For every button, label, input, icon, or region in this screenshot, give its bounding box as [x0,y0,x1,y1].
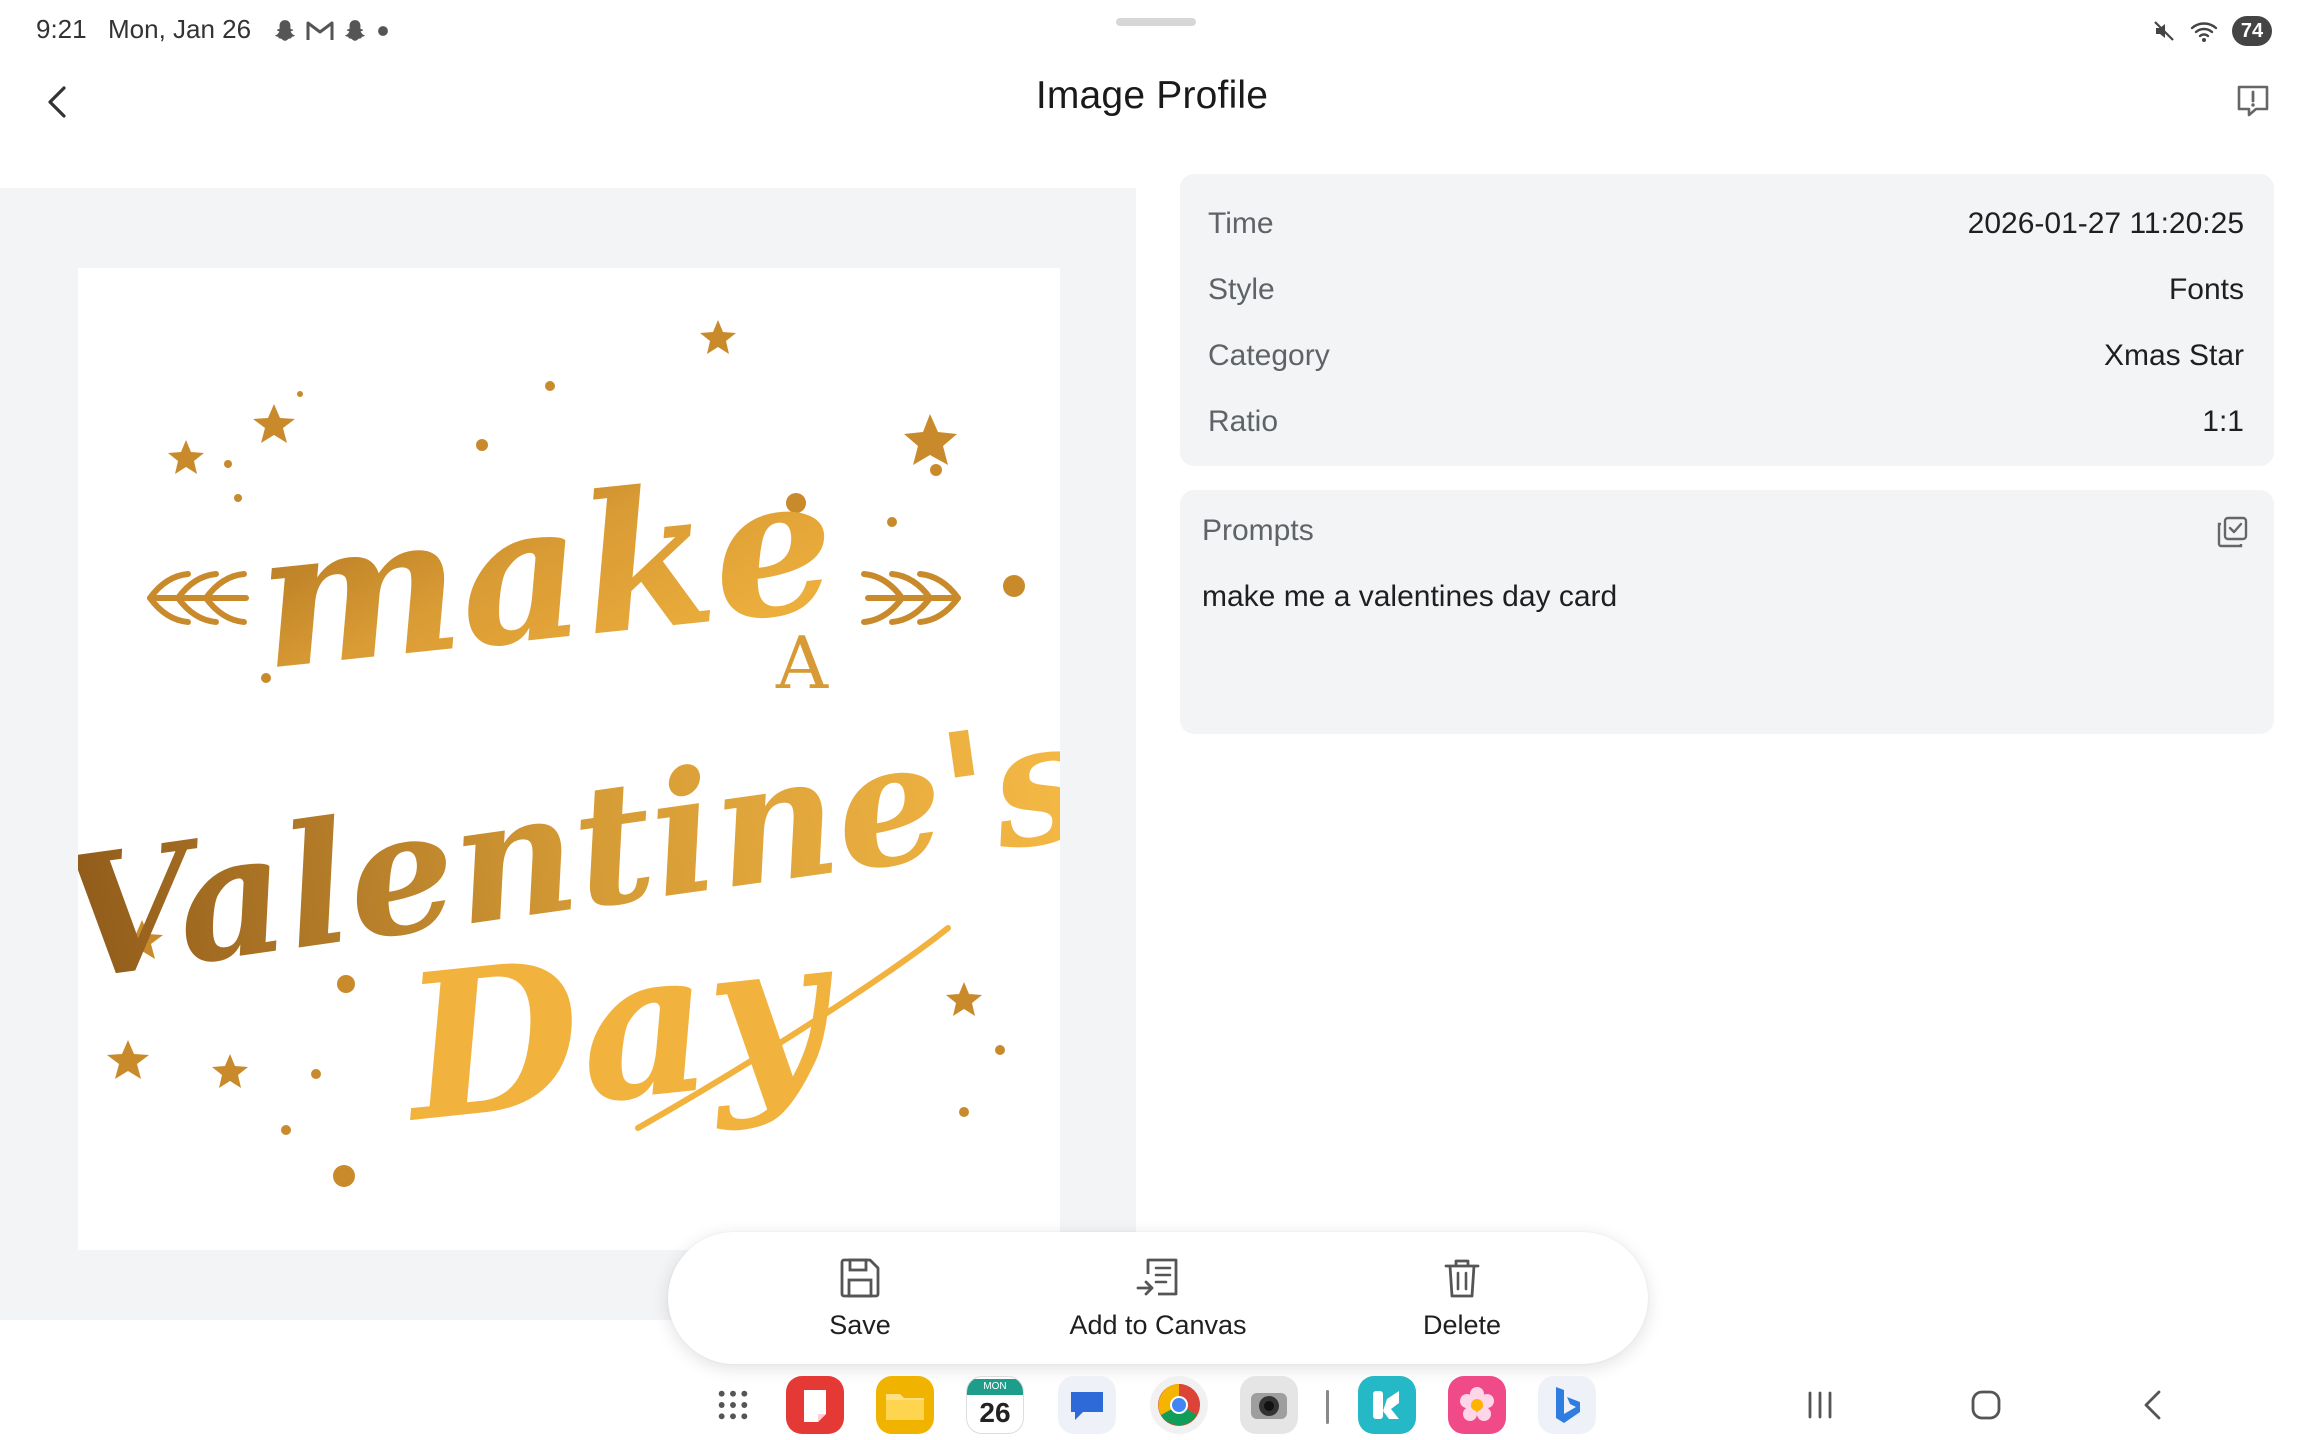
feedback-button[interactable] [2232,80,2274,122]
nav-back-button[interactable] [2128,1382,2176,1428]
screen: 9:21 Mon, Jan 26 74 Image Profile make A… [0,0,2304,1440]
notification-icons [272,16,390,46]
folder-icon [886,1394,924,1420]
valentines-card-artwork: make A Valentine's Day [78,268,1060,1250]
save-label: Save [829,1310,891,1340]
home-icon [1971,1390,2001,1420]
bing-icon [1556,1387,1580,1423]
camera-icon [1251,1393,1287,1419]
prompt-text: make me a valentines day card [1202,580,1618,613]
recents-icon [1808,1391,1832,1419]
delete-button[interactable]: Delete [1332,1254,1592,1341]
copy-prompt-button[interactable] [2212,512,2252,552]
detail-value: Xmas Star [2103,339,2244,372]
detail-row-time: Time 2026-01-27 11:20:25 [1208,204,2244,244]
gallery-app-icon[interactable] [1448,1376,1506,1434]
add-to-canvas-button[interactable]: Add to Canvas [1028,1254,1288,1341]
calendar-day: 26 [979,1397,1011,1428]
drag-handle[interactable] [1116,18,1196,26]
feedback-icon [2237,85,2269,117]
detail-value: 1:1 [2202,405,2244,438]
snapchat-icon [345,20,365,41]
notes-icon [804,1390,826,1422]
calendar-weekday: MON [967,1379,1023,1395]
detail-label: Category [1208,339,1330,372]
chrome-app-icon[interactable] [1150,1376,1208,1434]
camera-app-icon[interactable] [1240,1376,1298,1434]
detail-label: Ratio [1208,405,1279,438]
add-to-canvas-label: Add to Canvas [1069,1310,1247,1340]
app-store-app-icon[interactable] [1358,1376,1416,1434]
notes-app-icon[interactable] [786,1376,844,1434]
svg-text:A: A [775,621,829,705]
prompts-card: Prompts make me a valentines day card [1180,490,2274,734]
gmail-icon [306,21,334,40]
svg-text:Day: Day [390,889,848,1168]
detail-row-ratio: Ratio 1:1 [1208,402,2244,442]
save-icon [840,1258,880,1298]
detail-value: Fonts [2168,273,2244,306]
add-to-canvas-icon [1136,1258,1178,1296]
snapchat-icon [275,20,295,41]
status-date: Mon, Jan 26 [108,14,252,44]
flower-icon [1460,1387,1494,1421]
files-app-icon[interactable] [876,1376,934,1434]
more-dot-icon [378,26,388,36]
system-icons: 74 [2152,14,2272,48]
calendar-app-icon[interactable]: MON 26 [966,1376,1024,1434]
delete-label: Delete [1422,1310,1502,1340]
wifi-icon [2190,22,2218,42]
chrome-icon [1158,1384,1200,1426]
dock-divider [1326,1390,1329,1424]
messages-app-icon[interactable] [1058,1376,1116,1434]
bing-app-icon[interactable] [1538,1376,1596,1434]
detail-row-style: Style Fonts [1208,270,2244,310]
image-details-card: Time 2026-01-27 11:20:25 Style Fonts Cat… [1180,174,2274,466]
recent-apps-button[interactable] [1796,1382,1844,1428]
app-drawer-button[interactable] [704,1376,762,1434]
app-grid-icon [718,1390,748,1420]
battery-indicator: 74 [2232,16,2272,46]
mute-icon [2154,21,2174,41]
home-button[interactable] [1962,1382,2010,1428]
prompts-title: Prompts [1202,514,1314,547]
taskbar: MON 26 [0,1370,2304,1440]
image-preview-panel: make A Valentine's Day [0,188,1136,1320]
nav-back-icon [2144,1390,2161,1420]
status-bar: 9:21 Mon, Jan 26 74 [0,0,2304,64]
detail-value: 2026-01-27 11:20:25 [1967,207,2244,240]
detail-row-category: Category Xmas Star [1208,336,2244,376]
generated-image[interactable]: make A Valentine's Day [78,268,1060,1250]
detail-label: Style [1208,273,1275,306]
page-title: Image Profile [1035,74,1269,117]
copy-icon [2217,516,2248,548]
status-time: 9:21 [36,14,87,44]
trash-icon [1444,1259,1480,1298]
store-icon [1373,1391,1399,1419]
save-button[interactable]: Save [730,1254,990,1341]
chat-bubble-icon [1071,1392,1103,1420]
detail-label: Time [1208,207,1274,240]
action-bar: Save Add to Canvas Delete [668,1232,1648,1364]
